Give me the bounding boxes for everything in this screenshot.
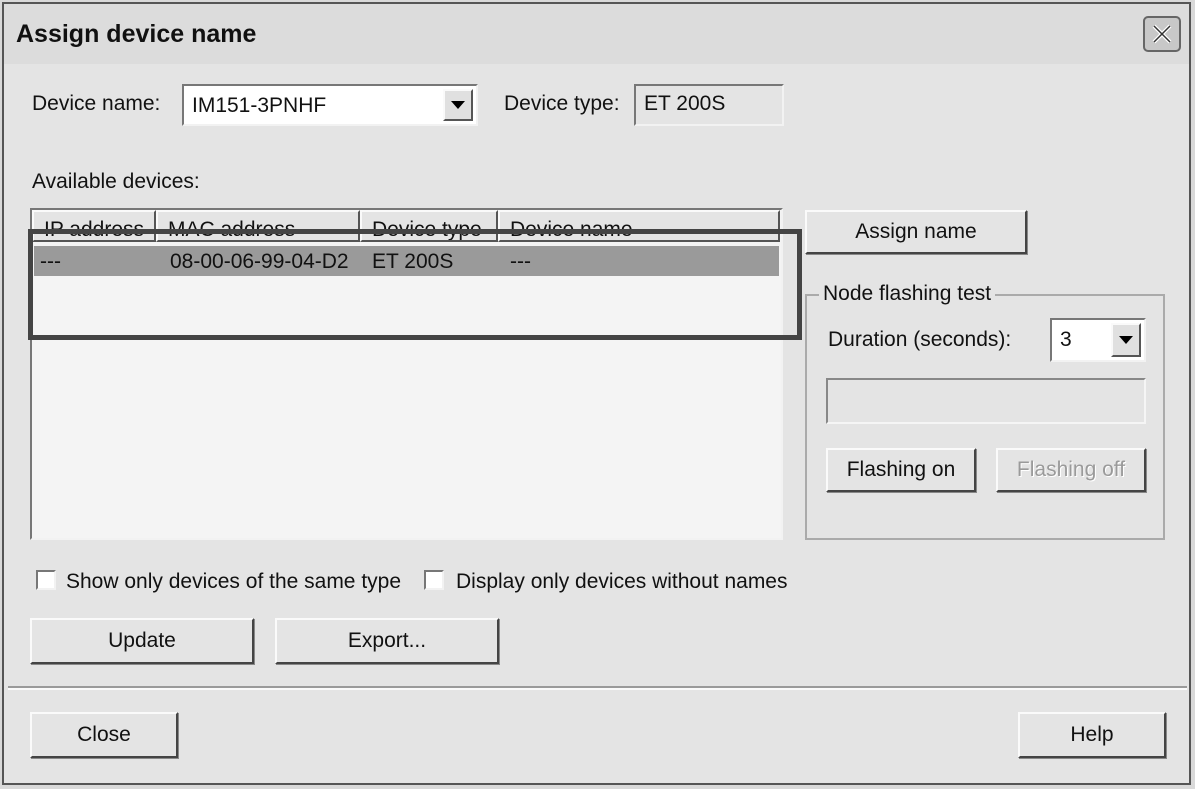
close-button[interactable]: Close	[30, 712, 178, 758]
without-names-checkbox[interactable]	[424, 570, 444, 590]
device-type-value: ET 200S	[644, 92, 726, 115]
duration-value: 3	[1060, 328, 1072, 351]
duration-combobox[interactable]: 3	[1050, 318, 1146, 362]
device-type-field: ET 200S	[634, 84, 784, 126]
title-bar: Assign device name	[4, 4, 1189, 64]
available-devices-label: Available devices:	[32, 170, 200, 193]
device-name-dropdown-button[interactable]	[443, 89, 473, 121]
column-header-device-name[interactable]: Device name	[498, 210, 780, 242]
close-window-button[interactable]	[1143, 16, 1181, 52]
help-label: Help	[1070, 723, 1114, 746]
row-device-type: ET 200S	[372, 250, 454, 273]
column-header-mac-address[interactable]: MAC address	[156, 210, 360, 242]
assign-name-button[interactable]: Assign name	[805, 210, 1027, 254]
show-same-type-label[interactable]: Show only devices of the same type	[66, 570, 401, 594]
flashing-off-button[interactable]: Flashing off	[996, 448, 1146, 492]
dialog-title: Assign device name	[16, 20, 257, 48]
export-button[interactable]: Export...	[275, 618, 499, 664]
without-names-label[interactable]: Display only devices without names	[456, 570, 788, 594]
close-icon	[1152, 24, 1172, 44]
update-button[interactable]: Update	[30, 618, 254, 664]
help-button[interactable]: Help	[1018, 712, 1166, 758]
chevron-down-icon	[1119, 336, 1133, 344]
assign-name-label: Assign name	[855, 220, 977, 243]
column-header-ip-address[interactable]: IP address	[32, 210, 156, 242]
show-same-type-checkbox[interactable]	[36, 570, 56, 590]
device-name-value: IM151-3PNHF	[192, 94, 327, 117]
flashing-on-button[interactable]: Flashing on	[826, 448, 976, 492]
row-mac-address: 08-00-06-99-04-D2	[170, 250, 349, 273]
flashing-off-label: Flashing off	[1016, 458, 1126, 481]
duration-dropdown-button[interactable]	[1111, 323, 1141, 357]
device-name-label: Device name:	[32, 92, 161, 115]
export-label: Export...	[347, 629, 427, 652]
flashing-progress-bar	[826, 378, 1146, 424]
duration-label: Duration (seconds):	[828, 328, 1012, 351]
divider	[8, 686, 1187, 690]
list-header: IP address MAC address Device type Devic…	[32, 210, 781, 244]
close-label: Close	[77, 723, 131, 746]
device-name-combobox[interactable]: IM151-3PNHF	[182, 84, 478, 126]
chevron-down-icon	[451, 101, 465, 109]
row-device-name: ---	[510, 250, 531, 273]
row-ip-address: ---	[40, 250, 61, 273]
column-header-device-type[interactable]: Device type	[360, 210, 498, 242]
flashing-on-label: Flashing on	[846, 458, 956, 481]
available-devices-list[interactable]: IP address MAC address Device type Devic…	[30, 208, 783, 540]
update-label: Update	[108, 629, 176, 652]
node-flashing-test-title: Node flashing test	[819, 282, 996, 306]
device-type-label: Device type:	[504, 92, 620, 115]
table-row[interactable]: --- 08-00-06-99-04-D2 ET 200S ---	[34, 246, 779, 276]
